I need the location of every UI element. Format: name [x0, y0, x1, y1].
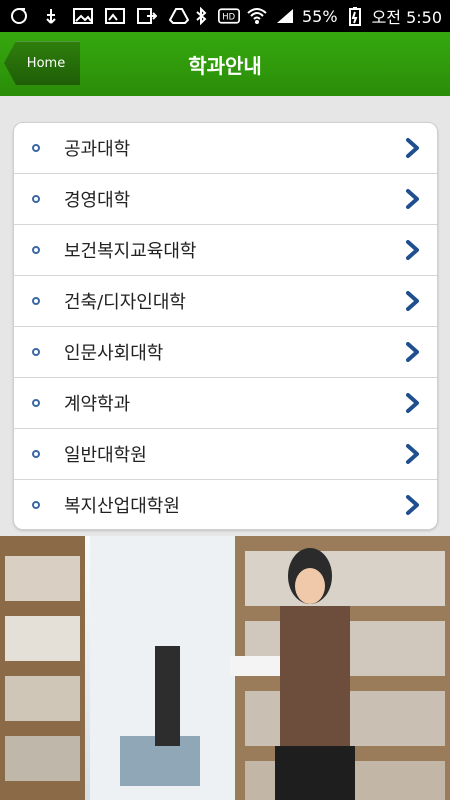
- list-item-general-graduate-school[interactable]: 일반대학원: [14, 429, 437, 480]
- bullet-icon: [32, 195, 40, 203]
- signal-icon: [274, 6, 296, 26]
- list-item-label: 일반대학원: [64, 445, 147, 466]
- bullet-icon: [32, 144, 40, 152]
- clock: 오전 5:50: [371, 8, 443, 27]
- list-item-label: 보건복지교육대학: [64, 241, 197, 262]
- bullet-icon: [32, 348, 40, 356]
- library-banner-image: [0, 536, 450, 800]
- g-icon: [8, 6, 30, 26]
- bullet-icon: [32, 246, 40, 254]
- list-item-business[interactable]: 경영대학: [14, 174, 437, 225]
- chevron-right-icon: [405, 444, 421, 464]
- bluetooth-icon: [190, 6, 212, 26]
- picture-icon: [104, 6, 126, 26]
- list-item-health-welfare-education[interactable]: 보건복지교육대학: [14, 225, 437, 276]
- home-button-label: Home: [26, 55, 66, 71]
- usb-icon: [40, 6, 62, 26]
- hd-icon: HD: [218, 6, 240, 26]
- status-bar-right: HD 55% 오전 5:50: [190, 4, 442, 28]
- list-item-engineering[interactable]: 공과대학: [14, 123, 437, 174]
- export-icon: [136, 6, 158, 26]
- library-illustration: [0, 536, 450, 800]
- chevron-right-icon: [405, 189, 421, 209]
- battery-percentage: 55%: [302, 6, 338, 26]
- image-icon: [72, 6, 94, 26]
- list-item-label: 복지산업대학원: [64, 496, 180, 517]
- chevron-right-icon: [405, 291, 421, 311]
- home-button[interactable]: Home: [4, 41, 80, 85]
- bullet-icon: [32, 297, 40, 305]
- list-item-label: 경영대학: [64, 190, 131, 211]
- status-bar-left: [8, 6, 190, 26]
- battery-icon: [344, 6, 366, 26]
- chevron-right-icon: [405, 495, 421, 515]
- content-area: 공과대학 경영대학 보건복지교육대학 건축/디자인대학 인문사회대학 계약학과 …: [0, 96, 450, 536]
- chevron-right-icon: [405, 240, 421, 260]
- department-list: 공과대학 경영대학 보건복지교육대학 건축/디자인대학 인문사회대학 계약학과 …: [13, 122, 438, 530]
- bullet-icon: [32, 450, 40, 458]
- drive-icon: [168, 6, 190, 26]
- wifi-icon: [246, 6, 268, 26]
- list-item-humanities-social[interactable]: 인문사회대학: [14, 327, 437, 378]
- list-item-label: 공과대학: [64, 139, 131, 160]
- list-item-welfare-industry-graduate-school[interactable]: 복지산업대학원: [14, 480, 437, 529]
- status-bar: HD 55% 오전 5:50: [0, 0, 450, 32]
- chevron-right-icon: [405, 342, 421, 362]
- list-item-label: 건축/디자인대학: [64, 292, 186, 313]
- chevron-right-icon: [405, 393, 421, 413]
- list-item-label: 계약학과: [64, 394, 131, 415]
- list-item-contract-department[interactable]: 계약학과: [14, 378, 437, 429]
- list-item-label: 인문사회대학: [64, 343, 164, 364]
- app-header: Home 학과안내: [0, 32, 450, 97]
- svg-text:HD: HD: [222, 11, 235, 21]
- bullet-icon: [32, 399, 40, 407]
- list-item-architecture-design[interactable]: 건축/디자인대학: [14, 276, 437, 327]
- chevron-right-icon: [405, 138, 421, 158]
- bullet-icon: [32, 501, 40, 509]
